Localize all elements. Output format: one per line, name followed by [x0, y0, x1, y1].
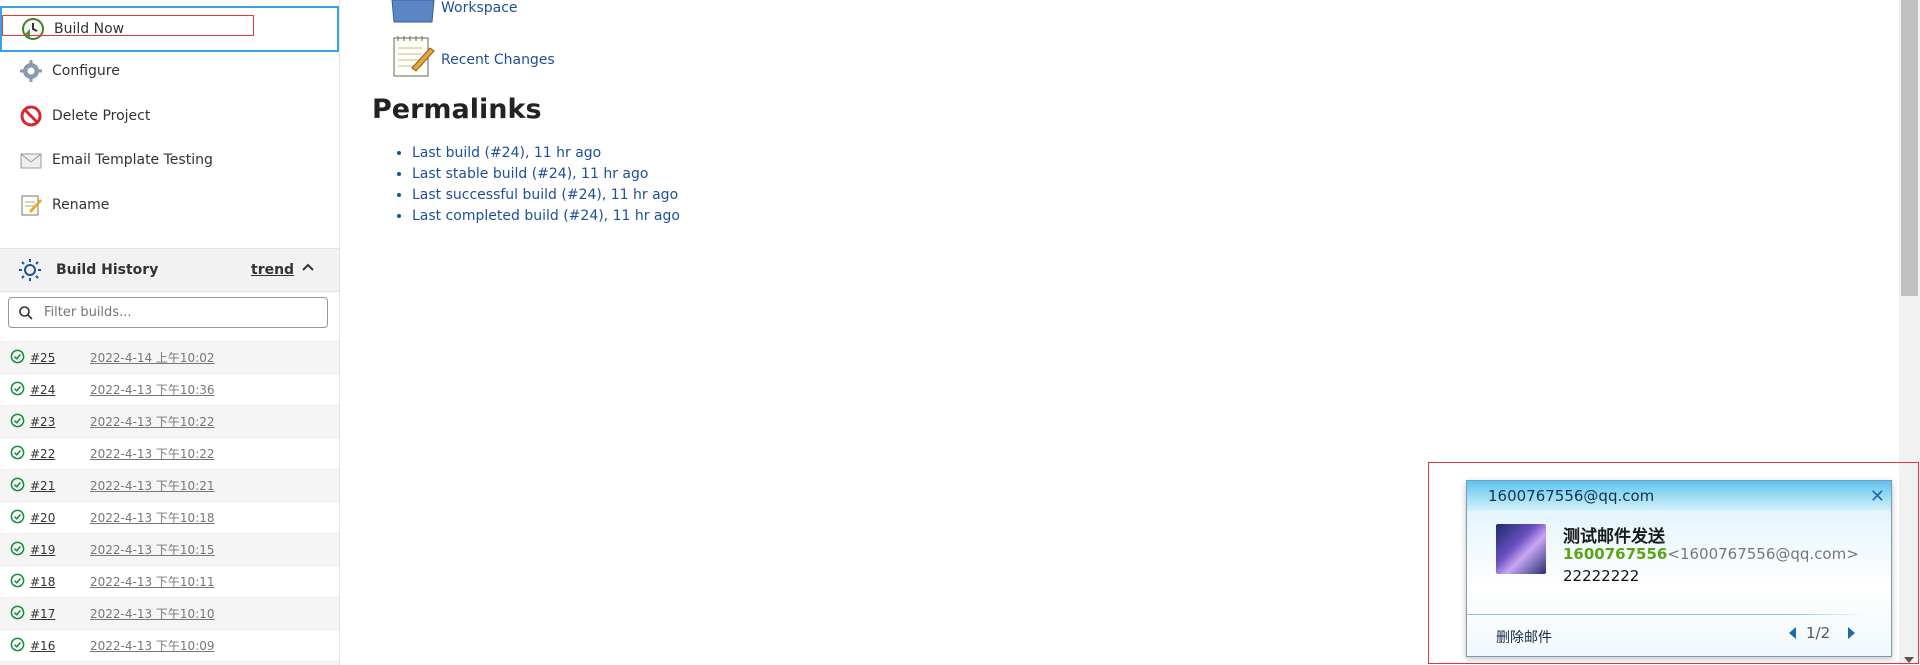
build-number-link[interactable]: #22 [30, 447, 55, 461]
build-row[interactable]: #16 2022-4-13 下午10:09 [0, 629, 339, 661]
build-row[interactable]: #22 2022-4-13 下午10:22 [0, 437, 339, 469]
build-history-title: Build History [56, 262, 159, 278]
next-arrow-icon[interactable] [1848, 627, 1856, 639]
email-sender: 1600767556<1600767556@qq.com> [1563, 545, 1859, 563]
build-date-link[interactable]: 2022-4-13 下午10:21 [90, 477, 215, 494]
sender-email: <1600767556@qq.com> [1667, 545, 1859, 563]
permalink-last-completed-build[interactable]: Last completed build (#24), 11 hr ago [412, 206, 680, 227]
email-template-testing-label: Email Template Testing [52, 152, 213, 168]
build-number-link[interactable]: #21 [30, 479, 55, 493]
build-date-link[interactable]: 2022-4-14 上午10:02 [90, 349, 215, 366]
build-number-link[interactable]: #17 [30, 607, 55, 621]
build-number-link[interactable]: #18 [30, 575, 55, 589]
delete-project-label: Delete Project [52, 108, 151, 124]
sidebar: Build Now Configure Delete Project Email… [0, 0, 340, 665]
build-date-link[interactable]: 2022-4-13 下午10:22 [90, 445, 215, 462]
build-number-link[interactable]: #19 [30, 543, 55, 557]
success-check-icon [10, 509, 25, 524]
build-row[interactable]: #20 2022-4-13 下午10:18 [0, 501, 339, 533]
build-row[interactable]: #17 2022-4-13 下午10:10 [0, 597, 339, 629]
success-check-icon [10, 445, 25, 460]
success-check-icon [10, 605, 25, 620]
configure-task[interactable]: Configure [0, 51, 339, 91]
highlight-box [2, 15, 254, 36]
success-check-icon [10, 349, 25, 364]
build-row[interactable]: #21 2022-4-13 下午10:21 [0, 469, 339, 501]
email-template-testing-task[interactable]: Email Template Testing [0, 140, 339, 180]
build-list: #25 2022-4-14 上午10:02 #24 2022-4-13 下午10:36… [0, 341, 339, 665]
success-check-icon [10, 477, 25, 492]
configure-label: Configure [52, 63, 120, 79]
pager: 1/2 [1789, 624, 1856, 642]
no-entry-icon [18, 103, 44, 129]
recent-changes-link[interactable]: Recent Changes [441, 52, 555, 68]
email-subject[interactable]: 测试邮件发送 [1563, 522, 1665, 547]
delete-project-task[interactable]: Delete Project [0, 96, 339, 136]
build-history-header: Build History trend [0, 248, 339, 292]
gear-icon [18, 58, 44, 84]
popup-header: 1600767556@qq.com ✕ [1467, 481, 1891, 511]
permalinks-list: Last build (#24), 11 hr ago Last stable … [392, 143, 680, 227]
close-icon[interactable]: ✕ [1870, 486, 1885, 507]
success-check-icon [10, 381, 25, 396]
rename-label: Rename [52, 197, 110, 213]
build-date-link[interactable]: 2022-4-13 下午10:18 [90, 509, 215, 526]
success-check-icon [10, 541, 25, 556]
avatar [1496, 524, 1546, 574]
permalinks-heading: Permalinks [372, 94, 542, 125]
rename-task[interactable]: Rename [0, 185, 339, 225]
prev-arrow-icon[interactable] [1789, 627, 1796, 639]
permalink-last-stable-build[interactable]: Last stable build (#24), 11 hr ago [412, 164, 680, 185]
scrollbar-thumb[interactable] [1901, 0, 1918, 296]
pager-count: 1/2 [1806, 624, 1831, 642]
build-date-link[interactable]: 2022-4-13 下午10:11 [90, 573, 215, 590]
success-check-icon [10, 413, 25, 428]
sun-icon [19, 259, 41, 281]
build-date-link[interactable]: 2022-4-13 下午10:10 [90, 605, 215, 622]
build-row[interactable]: #19 2022-4-13 下午10:15 [0, 533, 339, 565]
filter-builds-field[interactable] [8, 297, 328, 328]
chevron-up-icon[interactable] [300, 259, 316, 275]
account-address: 1600767556@qq.com [1488, 487, 1655, 505]
build-number-link[interactable]: #23 [30, 415, 55, 429]
workspace-link[interactable]: Workspace [441, 0, 518, 16]
build-number-link[interactable]: #25 [30, 351, 55, 365]
permalink-last-build[interactable]: Last build (#24), 11 hr ago [412, 143, 680, 164]
email-notification-popup[interactable]: 1600767556@qq.com ✕ 测试邮件发送 1600767556<16… [1466, 480, 1892, 657]
build-row[interactable]: #152022-4-13 下午10:06 [0, 661, 339, 665]
notepad-icon [18, 192, 44, 218]
email-preview: 22222222 [1563, 567, 1640, 585]
build-date-link[interactable]: 2022-4-13 下午10:15 [90, 541, 215, 558]
folder-icon [391, 0, 435, 23]
build-number-link[interactable]: #16 [30, 639, 55, 653]
build-number-link[interactable]: #20 [30, 511, 55, 525]
delete-mail-button[interactable]: 删除邮件 [1496, 627, 1552, 647]
build-row[interactable]: #23 2022-4-13 下午10:22 [0, 405, 339, 437]
sender-name: 1600767556 [1563, 545, 1668, 563]
trend-link[interactable]: trend [251, 262, 294, 278]
build-date-link[interactable]: 2022-4-13 下午10:09 [90, 637, 215, 654]
search-icon [19, 305, 33, 320]
envelope-icon [18, 147, 44, 173]
build-date-link[interactable]: 2022-4-13 下午10:22 [90, 413, 215, 430]
build-row[interactable]: #18 2022-4-13 下午10:11 [0, 565, 339, 597]
build-row[interactable]: #24 2022-4-13 下午10:36 [0, 373, 339, 405]
filter-builds-input[interactable] [42, 304, 316, 321]
build-row[interactable]: #25 2022-4-14 上午10:02 [0, 341, 339, 373]
build-number-link[interactable]: #24 [30, 383, 55, 397]
success-check-icon [10, 637, 25, 652]
success-check-icon [10, 573, 25, 588]
build-date-link[interactable]: 2022-4-13 下午10:36 [90, 381, 215, 398]
permalink-last-successful-build[interactable]: Last successful build (#24), 11 hr ago [412, 185, 680, 206]
divider [1467, 614, 1867, 615]
notepad-pencil-icon [393, 36, 435, 77]
